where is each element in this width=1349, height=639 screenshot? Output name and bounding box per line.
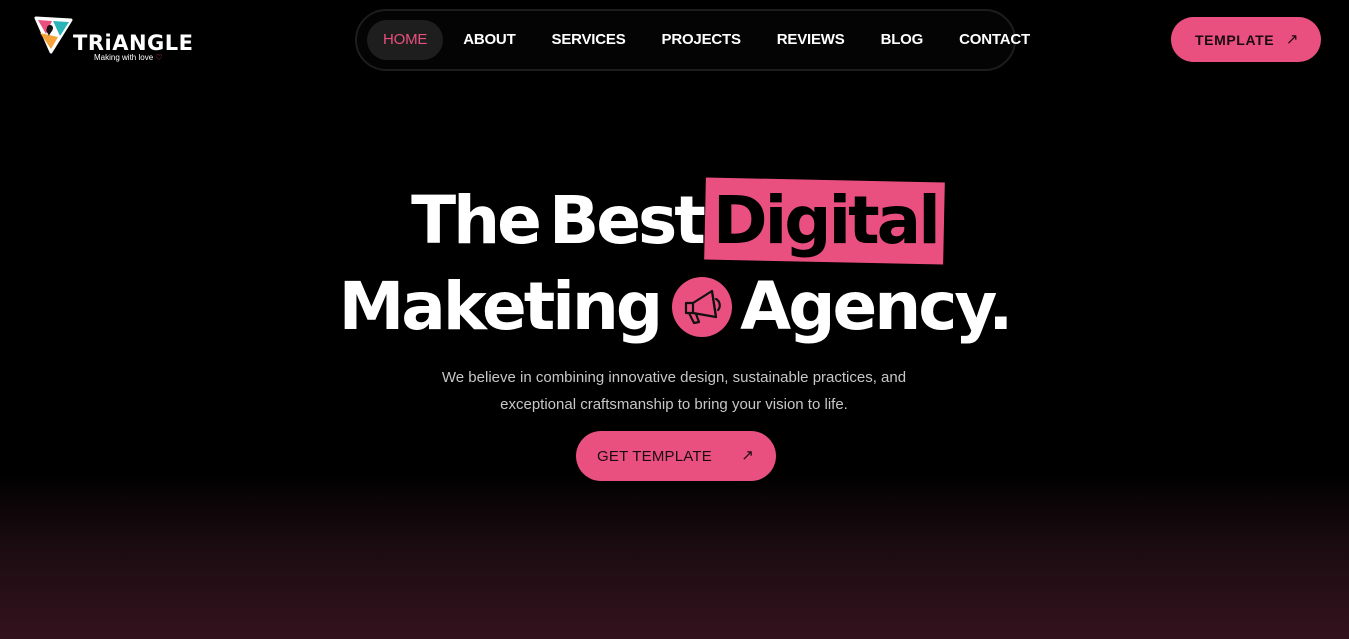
hero-word-best: Best [548,182,706,259]
hero-word-digital: Digital [712,182,941,259]
page: TRiANGLE Making with love ♡ HOME ABOUT S… [0,0,1349,639]
template-button[interactable]: TEMPLATE ↗ [1171,17,1321,62]
brand-tagline-text: Making with love [94,53,154,62]
main-nav: HOME ABOUT SERVICES PROJECTS REVIEWS BLO… [355,9,1030,71]
brand-name: TRiANGLE [73,31,194,55]
brand-tagline: Making with love ♡ [94,54,163,62]
nav-item-blog[interactable]: BLOG [865,20,940,60]
nav-item-projects[interactable]: PROJECTS [646,20,757,60]
arrow-up-right-icon: ↗ [741,447,754,464]
nav-item-home[interactable]: HOME [367,20,444,60]
template-button-label: TEMPLATE [1195,31,1275,48]
heart-icon: ♡ [155,53,163,62]
hero-subtitle: We believe in combining innovative desig… [441,369,907,413]
nav-item-reviews[interactable]: REVIEWS [761,20,861,60]
nav-item-about[interactable]: ABOUT [447,20,531,60]
hero-title-line-1: The Best Digital [0,188,1349,254]
brand-logo[interactable]: TRiANGLE Making with love ♡ [33,14,193,66]
triangle-logo-icon [34,16,73,54]
nav-item-services[interactable]: SERVICES [536,20,642,60]
nav-item-contact[interactable]: CONTACT [943,20,1046,60]
hero-highlight: Digital [713,188,941,254]
hero-word-the: The [411,182,542,259]
get-template-button-label: GET TEMPLATE [597,447,712,465]
hero-word-agency: Agency. [740,268,1013,345]
arrow-up-right-icon: ↗ [1285,31,1299,48]
hero-word-maketing: Maketing [338,268,664,345]
megaphone-icon [672,277,733,337]
hero-title-line-2: Maketing Agency. [0,274,1349,340]
get-template-button[interactable]: GET TEMPLATE ↗ [576,431,776,481]
